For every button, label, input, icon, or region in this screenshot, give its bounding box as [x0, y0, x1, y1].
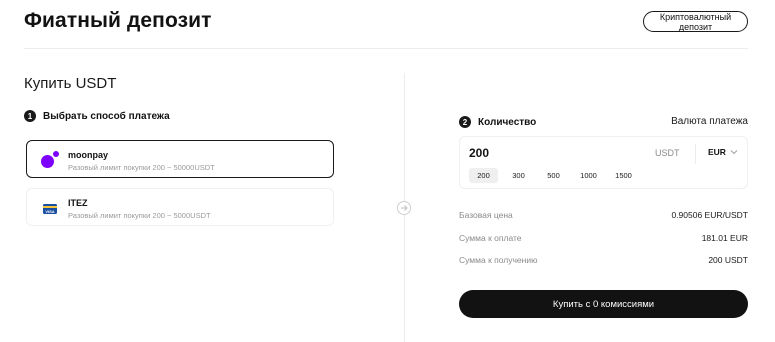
provider-name: moonpay: [68, 150, 109, 160]
amount-box: USDT EUR 200 300 500 1000 1500: [459, 136, 748, 189]
amount-chip[interactable]: 1500: [609, 168, 638, 183]
amount-chip[interactable]: 200: [469, 168, 498, 183]
amount-unit: USDT: [655, 148, 680, 158]
step-payment-method: 1 Выбрать способ платежа: [24, 110, 170, 122]
provider-option-itez[interactable]: VISA ITEZ Разовый лимит покупки 200 ~ 50…: [26, 188, 334, 226]
buy-button[interactable]: Купить с 0 комиссиями: [459, 290, 748, 318]
page-title: Фиатный депозит: [24, 9, 212, 32]
info-label: Сумма к оплате: [459, 233, 522, 243]
amount-input[interactable]: [469, 146, 589, 160]
currency-value: EUR: [708, 147, 726, 157]
currency-select[interactable]: EUR: [708, 147, 738, 157]
info-row-pay-amount: Сумма к оплате 181.01 EUR: [459, 233, 748, 243]
info-label: Сумма к получению: [459, 255, 538, 265]
visa-card-icon: VISA: [43, 204, 57, 214]
amount-chip[interactable]: 1000: [574, 168, 603, 183]
provider-limit: Разовый лимит покупки 200 ~ 50000USDT: [68, 163, 215, 172]
step-label: Выбрать способ платежа: [43, 110, 170, 122]
header-divider: [24, 48, 748, 49]
provider-name: ITEZ: [68, 198, 88, 208]
buy-title: Купить USDT: [24, 75, 117, 92]
amount-chip[interactable]: 300: [504, 168, 533, 183]
arrow-right-icon: [397, 201, 411, 215]
info-row-base-price: Базовая цена 0.90506 EUR/USDT: [459, 210, 748, 220]
svg-text:VISA: VISA: [45, 209, 54, 214]
crypto-deposit-button[interactable]: Криптовалютный депозит: [643, 11, 748, 32]
step-number: 2: [459, 116, 471, 128]
amount-chips: 200 300 500 1000 1500: [469, 168, 638, 183]
info-value: 200 USDT: [708, 255, 748, 265]
payment-currency-label: Валюта платежа: [671, 116, 748, 127]
provider-option-moonpay[interactable]: moonpay Разовый лимит покупки 200 ~ 5000…: [26, 140, 334, 178]
amount-chip[interactable]: 500: [539, 168, 568, 183]
info-row-receive-amount: Сумма к получению 200 USDT: [459, 255, 748, 265]
provider-limit: Разовый лимит покупки 200 ~ 5000USDT: [68, 211, 211, 220]
info-value: 0.90506 EUR/USDT: [671, 210, 748, 220]
info-value: 181.01 EUR: [701, 233, 748, 243]
step-label: Количество: [478, 116, 537, 128]
chevron-down-icon: [730, 150, 738, 155]
amount-separator: [695, 144, 696, 164]
step-quantity: 2 Количество: [459, 116, 536, 128]
moonpay-logo-icon: [41, 151, 59, 169]
info-label: Базовая цена: [459, 210, 513, 220]
step-number: 1: [24, 110, 36, 122]
